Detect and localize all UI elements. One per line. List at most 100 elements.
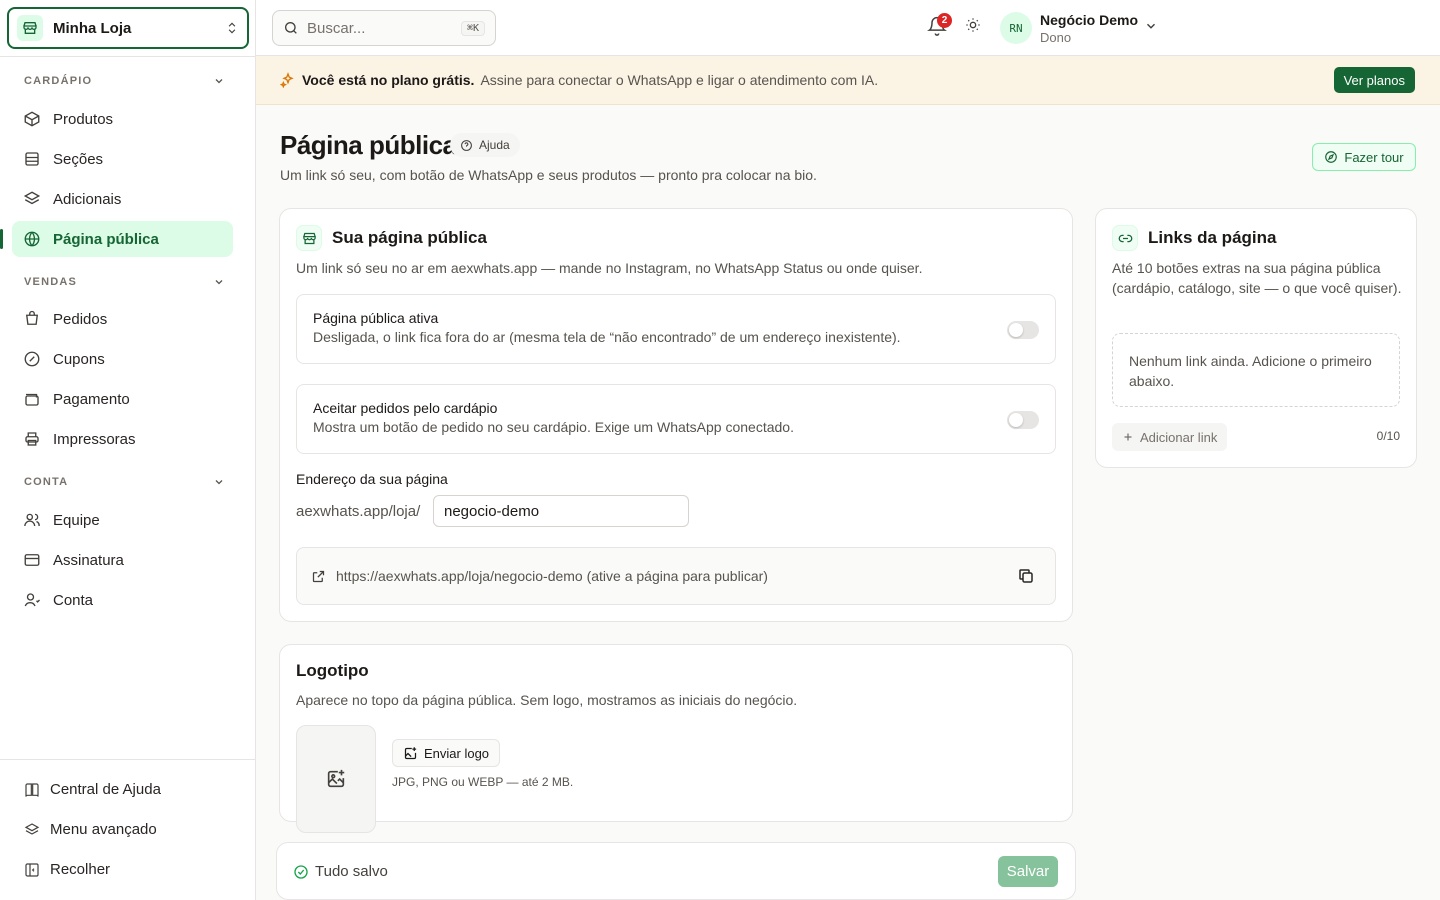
save-status: Tudo salvo: [293, 863, 388, 880]
store-switcher[interactable]: Minha Loja: [7, 7, 249, 49]
sidebar-item-conta[interactable]: Conta: [12, 582, 233, 618]
public-page-active-setting: Página pública ativa Desligada, o link f…: [296, 294, 1056, 364]
user-icon: [24, 593, 40, 607]
page-title: Página pública: [280, 130, 457, 160]
external-link-icon: [312, 570, 325, 582]
notification-badge: 2: [937, 13, 952, 28]
section-cardapio[interactable]: CARDÁPIO: [24, 75, 225, 87]
topbar: Buscar... ⌘K: [256, 0, 1440, 56]
sidebar-item-produtos[interactable]: Produtos: [12, 101, 233, 137]
section-vendas[interactable]: VENDAS: [24, 276, 225, 288]
accept-orders-toggle[interactable]: [1007, 411, 1039, 429]
user-name: Negócio Demo: [1040, 12, 1139, 28]
avatar[interactable]: RN: [1000, 12, 1032, 44]
sidebar-item-label: Seções: [53, 150, 104, 168]
divider: [0, 759, 255, 760]
search-input[interactable]: Buscar... ⌘K: [272, 10, 496, 46]
section-title: CONTA: [24, 476, 69, 488]
sidebar-item-adicionais[interactable]: Adicionais: [12, 181, 233, 217]
copy-url-button[interactable]: [1017, 567, 1037, 587]
search-placeholder: Buscar...: [307, 19, 366, 37]
chevron-down-icon: [215, 280, 223, 285]
bottom-item-label: Menu avançado: [50, 821, 157, 838]
sidebar-item-label: Cupons: [53, 350, 105, 368]
sidebar-item-label: Equipe: [53, 511, 100, 529]
layers-icon: [24, 822, 40, 835]
tour-button[interactable]: Fazer tour: [1312, 143, 1416, 171]
help-button[interactable]: Ajuda: [450, 133, 520, 157]
logo-placeholder[interactable]: [296, 725, 376, 833]
card-title: Logotipo: [296, 661, 369, 680]
bottom-item-label: Recolher: [50, 861, 111, 878]
plan-banner: Você está no plano grátis. Assine para c…: [256, 56, 1440, 105]
card-description: Aparece no topo da página pública. Sem l…: [296, 692, 798, 708]
upload-logo-button[interactable]: Enviar logo: [392, 739, 501, 767]
setting-description: Desligada, o link fica fora do ar (mesma…: [313, 329, 901, 345]
box-icon: [24, 111, 40, 127]
chevrons-updown-icon: [225, 21, 239, 35]
sidebar-item-label: Produtos: [53, 110, 114, 128]
page-links-card: Links da página Até 10 botões extras na …: [1095, 208, 1417, 468]
book-icon: [25, 782, 39, 797]
store-name: Minha Loja: [53, 19, 132, 37]
user-menu-chevron[interactable]: [1144, 19, 1158, 33]
sidebar-item-label: Página pública: [53, 230, 159, 248]
save-status-text: Tudo salvo: [315, 863, 388, 880]
printer-icon: [25, 432, 39, 446]
setting-title: Aceitar pedidos pelo cardápio: [313, 400, 498, 416]
view-plans-button[interactable]: Ver planos: [1333, 67, 1415, 93]
globe-icon: [24, 231, 40, 247]
image-plus-icon: [404, 746, 417, 759]
links-empty-state: Nenhum link ainda. Adicione o primeiro a…: [1112, 333, 1400, 407]
section-title: VENDAS: [24, 276, 78, 288]
wallet-icon: [25, 393, 39, 406]
public-page-active-toggle[interactable]: [1007, 321, 1039, 339]
link-icon: [1112, 225, 1138, 251]
cart-icon: [25, 310, 39, 325]
sidebar-item-cupons[interactable]: Cupons: [12, 341, 233, 377]
advanced-menu-link[interactable]: Menu avançado: [24, 821, 157, 838]
sidebar-item-label: Adicionais: [53, 190, 122, 208]
banner-text: Assine para conectar o WhatsApp e ligar …: [480, 72, 879, 88]
setting-title: Página pública ativa: [313, 310, 439, 326]
sidebar-item-pagina-publica[interactable]: Página pública: [0, 221, 233, 257]
add-link-label: Adicionar link: [1140, 429, 1218, 445]
collapse-sidebar-button[interactable]: Recolher: [24, 861, 110, 878]
save-button[interactable]: Salvar: [998, 856, 1058, 887]
card-description: Até 10 botões extras na sua página públi…: [1112, 260, 1402, 296]
section-title: CARDÁPIO: [24, 75, 93, 87]
section-conta[interactable]: CONTA: [24, 476, 225, 488]
layers-icon: [23, 191, 41, 205]
store-icon: [17, 15, 43, 41]
sidebar-item-assinatura[interactable]: Assinatura: [12, 542, 233, 578]
setting-description: Mostra um botão de pedido no seu cardápi…: [313, 419, 794, 435]
bottom-item-label: Central de Ajuda: [50, 781, 161, 798]
sidebar-item-equipe[interactable]: Equipe: [12, 502, 233, 538]
image-plus-icon: [327, 769, 345, 788]
save-bar: Tudo salvo Salvar: [276, 842, 1076, 900]
tour-label: Fazer tour: [1344, 149, 1404, 165]
sidebar-item-secoes[interactable]: Seções: [12, 141, 233, 177]
public-page-card: Sua página pública Um link só seu no ar …: [279, 208, 1073, 622]
logo-card: Logotipo Aparece no topo da página públi…: [279, 644, 1073, 833]
sidebar-item-impressoras[interactable]: Impressoras: [12, 421, 233, 457]
sidebar-item-label: Assinatura: [53, 551, 124, 569]
theme-toggle-button[interactable]: [965, 17, 987, 39]
sidebar-item-pagamento[interactable]: Pagamento: [12, 381, 233, 417]
sun-icon: [966, 18, 980, 32]
store-icon: [296, 225, 322, 251]
help-center-link[interactable]: Central de Ajuda: [24, 781, 161, 798]
card-title: Links da página: [1148, 228, 1277, 247]
plus-icon: [1124, 433, 1132, 441]
sparkles-icon: [280, 72, 294, 88]
add-link-button[interactable]: Adicionar link: [1112, 423, 1228, 451]
sidebar-item-pedidos[interactable]: Pedidos: [12, 301, 233, 337]
address-slug-input[interactable]: [433, 495, 689, 527]
collapse-icon: [25, 862, 39, 877]
chevron-down-icon: [215, 79, 223, 84]
address-label: Endereço da sua página: [296, 471, 448, 487]
chevron-down-icon: [215, 480, 223, 485]
public-url-box: https://aexwhats.app/loja/negocio-demo (…: [296, 547, 1056, 605]
help-circle-icon: [461, 139, 472, 151]
upload-label: Enviar logo: [424, 745, 490, 761]
